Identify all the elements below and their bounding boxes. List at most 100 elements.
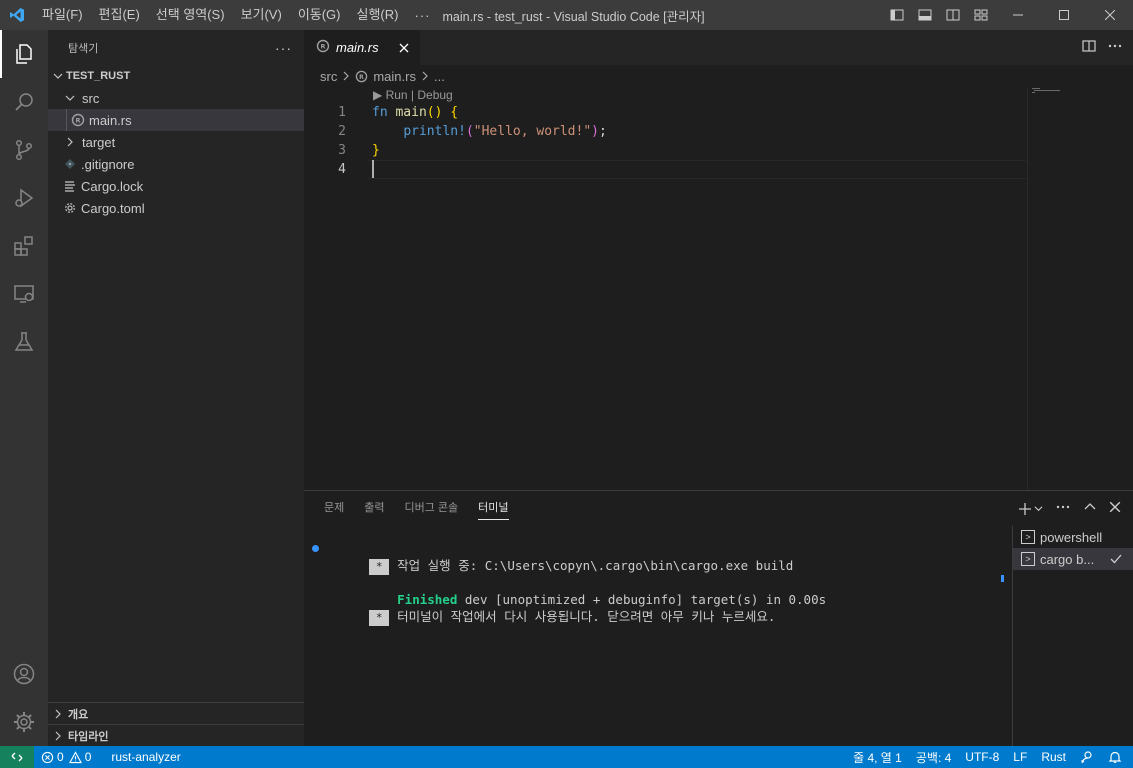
brace-token: {	[450, 105, 459, 120]
workspace-folder-header[interactable]: TEST_RUST	[48, 65, 304, 87]
check-icon	[1109, 552, 1123, 569]
maximize-panel-icon[interactable]	[1083, 500, 1097, 517]
menu-file[interactable]: 파일(F)	[34, 0, 91, 30]
extensions-icon[interactable]	[0, 222, 48, 270]
keyword-token: fn	[372, 105, 388, 120]
terminal-scroll-marker	[1001, 575, 1004, 582]
menu-edit[interactable]: 편집(E)	[91, 0, 148, 30]
warning-count: 0	[84, 750, 92, 764]
code-editor[interactable]: ▶ Run | Debug 1 fn main() { 2 println!("…	[304, 87, 1133, 490]
brace-token: }	[372, 143, 380, 158]
toggle-panel-icon[interactable]	[911, 0, 939, 30]
bottom-panel: 문제 출력 디버그 콘솔 터미널 * 작업 실행 중: C:\Users\copy…	[304, 490, 1133, 746]
minimap-line	[1032, 92, 1035, 93]
tab-main-rs[interactable]: R main.rs	[304, 30, 420, 65]
customize-layout-icon[interactable]	[967, 0, 995, 30]
feedback-icon[interactable]	[1073, 746, 1101, 768]
menu-view[interactable]: 보기(V)	[233, 0, 290, 30]
account-icon[interactable]	[0, 650, 48, 698]
run-debug-icon[interactable]	[0, 174, 48, 222]
chevron-right-icon	[342, 69, 350, 84]
terminal-line: * 작업 실행 중: C:\Users\copyn\.cargo\bin\carg…	[324, 539, 793, 575]
cursor-position[interactable]: 줄 4, 열 1	[846, 746, 909, 768]
remote-explorer-icon[interactable]	[0, 270, 48, 318]
code-line: 1 fn main() {	[304, 103, 1026, 122]
menu-more-button[interactable]: ···	[406, 8, 438, 23]
string-token: "Hello, world!"	[473, 124, 592, 139]
eol-status[interactable]: LF	[1006, 746, 1034, 768]
line-number: 2	[338, 124, 346, 139]
breadcrumb-src[interactable]: src	[320, 69, 337, 84]
explorer-sidebar: 탐색기 ··· TEST_RUST src R main.rs target .…	[48, 30, 304, 746]
paren-token: ()	[426, 105, 443, 120]
tree-item-gitignore[interactable]: .gitignore	[48, 153, 304, 175]
tab-problems[interactable]: 문제	[314, 491, 354, 526]
tree-item-cargo-lock[interactable]: Cargo.lock	[48, 175, 304, 197]
terminal-item-powershell[interactable]: > powershell	[1013, 526, 1133, 548]
codelens-run-debug[interactable]: ▶ Run | Debug	[373, 88, 453, 102]
error-count: 0	[57, 750, 64, 764]
remote-indicator-icon[interactable]	[0, 746, 34, 768]
split-editor-icon[interactable]	[1081, 38, 1097, 57]
tree-item-src[interactable]: src	[48, 87, 304, 109]
menu-go[interactable]: 이동(G)	[290, 0, 349, 30]
code-line: 2 println!("Hello, world!");	[304, 122, 1026, 141]
macro-token: println!	[403, 124, 466, 139]
menu-selection[interactable]: 선택 영역(S)	[148, 0, 233, 30]
new-terminal-icon[interactable]	[1018, 502, 1043, 516]
terminal-icon: >	[1021, 530, 1035, 544]
indentation-status[interactable]: 공백: 4	[909, 746, 958, 768]
terminal-item-cargo-build[interactable]: > cargo b...	[1013, 548, 1133, 570]
breadcrumb: src R main.rs ...	[304, 65, 1133, 87]
settings-gear-icon[interactable]	[0, 698, 48, 746]
terminal-icon: >	[1021, 552, 1035, 566]
minimap[interactable]	[1027, 87, 1133, 490]
tree-item-target[interactable]: target	[48, 131, 304, 153]
rust-analyzer-status[interactable]: rust-analyzer	[104, 746, 187, 768]
close-window-button[interactable]	[1087, 0, 1133, 30]
toggle-secondary-sidebar-icon[interactable]	[939, 0, 967, 30]
chevron-right-icon	[48, 709, 68, 719]
language-mode[interactable]: Rust	[1034, 746, 1073, 768]
explorer-icon[interactable]	[0, 30, 48, 78]
close-panel-icon[interactable]	[1109, 501, 1121, 516]
outline-section[interactable]: 개요	[48, 702, 304, 724]
panel-more-icon[interactable]	[1055, 499, 1071, 518]
tab-terminal[interactable]: 터미널	[468, 491, 518, 526]
breadcrumb-symbol[interactable]: ...	[434, 69, 445, 84]
menu-run[interactable]: 실행(R)	[349, 0, 407, 30]
tab-label: main.rs	[336, 40, 379, 55]
explorer-more-button[interactable]: ···	[275, 40, 292, 56]
breadcrumb-file[interactable]: main.rs	[373, 69, 416, 84]
minimap-line	[1032, 88, 1040, 89]
search-icon[interactable]	[0, 78, 48, 126]
toggle-primary-sidebar-icon[interactable]	[883, 0, 911, 30]
rust-file-icon: R	[355, 70, 368, 83]
notifications-bell-icon[interactable]	[1101, 746, 1129, 768]
close-icon[interactable]	[396, 40, 412, 56]
encoding-status[interactable]: UTF-8	[958, 746, 1006, 768]
indent-token	[372, 124, 403, 139]
tree-item-main-rs[interactable]: R main.rs	[48, 109, 304, 131]
tree-item-label: Cargo.lock	[81, 178, 144, 194]
minimize-button[interactable]	[995, 0, 1041, 30]
terminal-output[interactable]: * 작업 실행 중: C:\Users\copyn\.cargo\bin\carg…	[304, 526, 1012, 746]
semicolon-token: ;	[599, 124, 607, 139]
rust-file-icon: R	[316, 39, 330, 56]
text-cursor	[372, 160, 374, 178]
timeline-label: 타임라인	[68, 730, 109, 743]
problems-status[interactable]: 0 0	[34, 746, 98, 768]
maximize-button[interactable]	[1041, 0, 1087, 30]
command-decoration-icon[interactable]	[312, 545, 319, 552]
explorer-header: 탐색기 ···	[48, 30, 304, 65]
line-number: 4	[338, 162, 346, 177]
source-control-icon[interactable]	[0, 126, 48, 174]
tree-item-cargo-toml[interactable]: Cargo.toml	[48, 197, 304, 219]
terminal-item-label: powershell	[1040, 529, 1103, 545]
tab-debug-console[interactable]: 디버그 콘솔	[395, 491, 469, 526]
timeline-section[interactable]: 타임라인	[48, 724, 304, 746]
menu-bar: 파일(F) 편집(E) 선택 영역(S) 보기(V) 이동(G) 실행(R)	[34, 0, 406, 30]
testing-icon[interactable]	[0, 318, 48, 366]
tab-output[interactable]: 출력	[354, 491, 394, 526]
editor-more-icon[interactable]	[1107, 38, 1123, 57]
